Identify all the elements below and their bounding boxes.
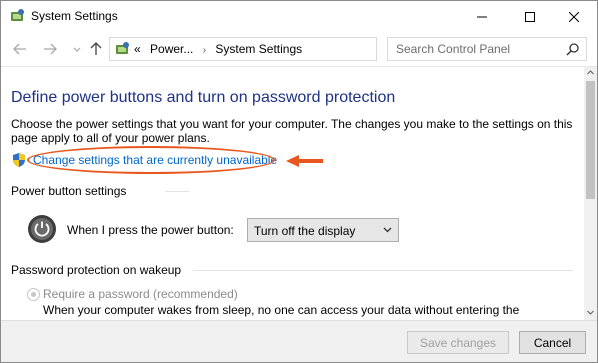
arrow-right-icon: [44, 43, 57, 55]
power-button-action-value: Turn off the display: [254, 224, 356, 238]
annotation-highlight: [27, 146, 275, 174]
require-password-radio[interactable]: [27, 288, 40, 301]
breadcrumb-item-system-settings[interactable]: System Settings: [215, 42, 302, 56]
password-protection-heading: Password protection on wakeup: [11, 263, 182, 277]
address-bar[interactable]: « Power... › System Settings: [109, 37, 477, 61]
main-content: Define power buttons and turn on passwor…: [1, 67, 584, 320]
save-changes-button[interactable]: Save changes: [407, 331, 509, 354]
breadcrumb-overflow[interactable]: «: [134, 42, 141, 56]
chevron-up-icon: [587, 70, 594, 75]
window-title: System Settings: [31, 9, 118, 23]
control-panel-icon: [116, 42, 129, 54]
recent-locations-button[interactable]: [68, 41, 86, 59]
arrow-up-icon: [90, 42, 102, 55]
section-divider: [193, 270, 573, 271]
maximize-button[interactable]: [507, 1, 553, 32]
chevron-down-icon: [73, 47, 81, 52]
search-icon[interactable]: [566, 42, 580, 56]
chevron-down-icon: [383, 225, 392, 235]
page-title: Define power buttons and turn on passwor…: [11, 89, 396, 106]
power-options-icon: [11, 9, 24, 21]
footer-bar: Save changes Cancel: [1, 320, 597, 362]
search-box[interactable]: [387, 37, 587, 61]
section-divider: [165, 191, 189, 192]
minimize-icon: [477, 16, 487, 17]
scroll-down-button[interactable]: [584, 307, 597, 320]
chevron-down-icon: [587, 310, 594, 315]
vertical-scrollbar[interactable]: [584, 67, 597, 320]
close-button[interactable]: [551, 1, 597, 32]
up-button[interactable]: [87, 40, 105, 58]
wake-description: When your computer wakes from sleep, no …: [43, 303, 520, 317]
search-input[interactable]: [388, 38, 566, 60]
title-bar: System Settings: [1, 1, 597, 32]
breadcrumb: « Power... › System Settings: [134, 42, 308, 56]
back-button[interactable]: [11, 40, 29, 58]
power-button-action-select[interactable]: Turn off the display: [247, 218, 399, 242]
require-password-label: Require a password (recommended): [43, 287, 238, 301]
uac-shield-icon: [13, 153, 25, 167]
scroll-thumb[interactable]: [586, 81, 595, 199]
navigation-bar: « Power... › System Settings: [1, 33, 597, 65]
breadcrumb-item-power[interactable]: Power...: [150, 42, 193, 56]
power-button-settings-heading: Power button settings: [11, 184, 127, 198]
scroll-up-button[interactable]: [584, 67, 597, 80]
page-description: Choose the power settings that you want …: [11, 117, 573, 145]
minimize-button[interactable]: [459, 1, 505, 32]
close-icon: [569, 11, 579, 22]
cancel-button[interactable]: Cancel: [519, 331, 586, 354]
arrow-left-icon: [13, 43, 26, 55]
breadcrumb-separator-icon: ›: [202, 45, 207, 56]
maximize-icon: [525, 11, 535, 22]
forward-button[interactable]: [41, 40, 59, 58]
system-settings-window: System Settings « Power... › System Sett…: [0, 0, 598, 363]
annotation-arrow-icon: [286, 155, 323, 167]
power-button-label: When I press the power button:: [67, 223, 234, 237]
power-icon: [28, 215, 56, 243]
